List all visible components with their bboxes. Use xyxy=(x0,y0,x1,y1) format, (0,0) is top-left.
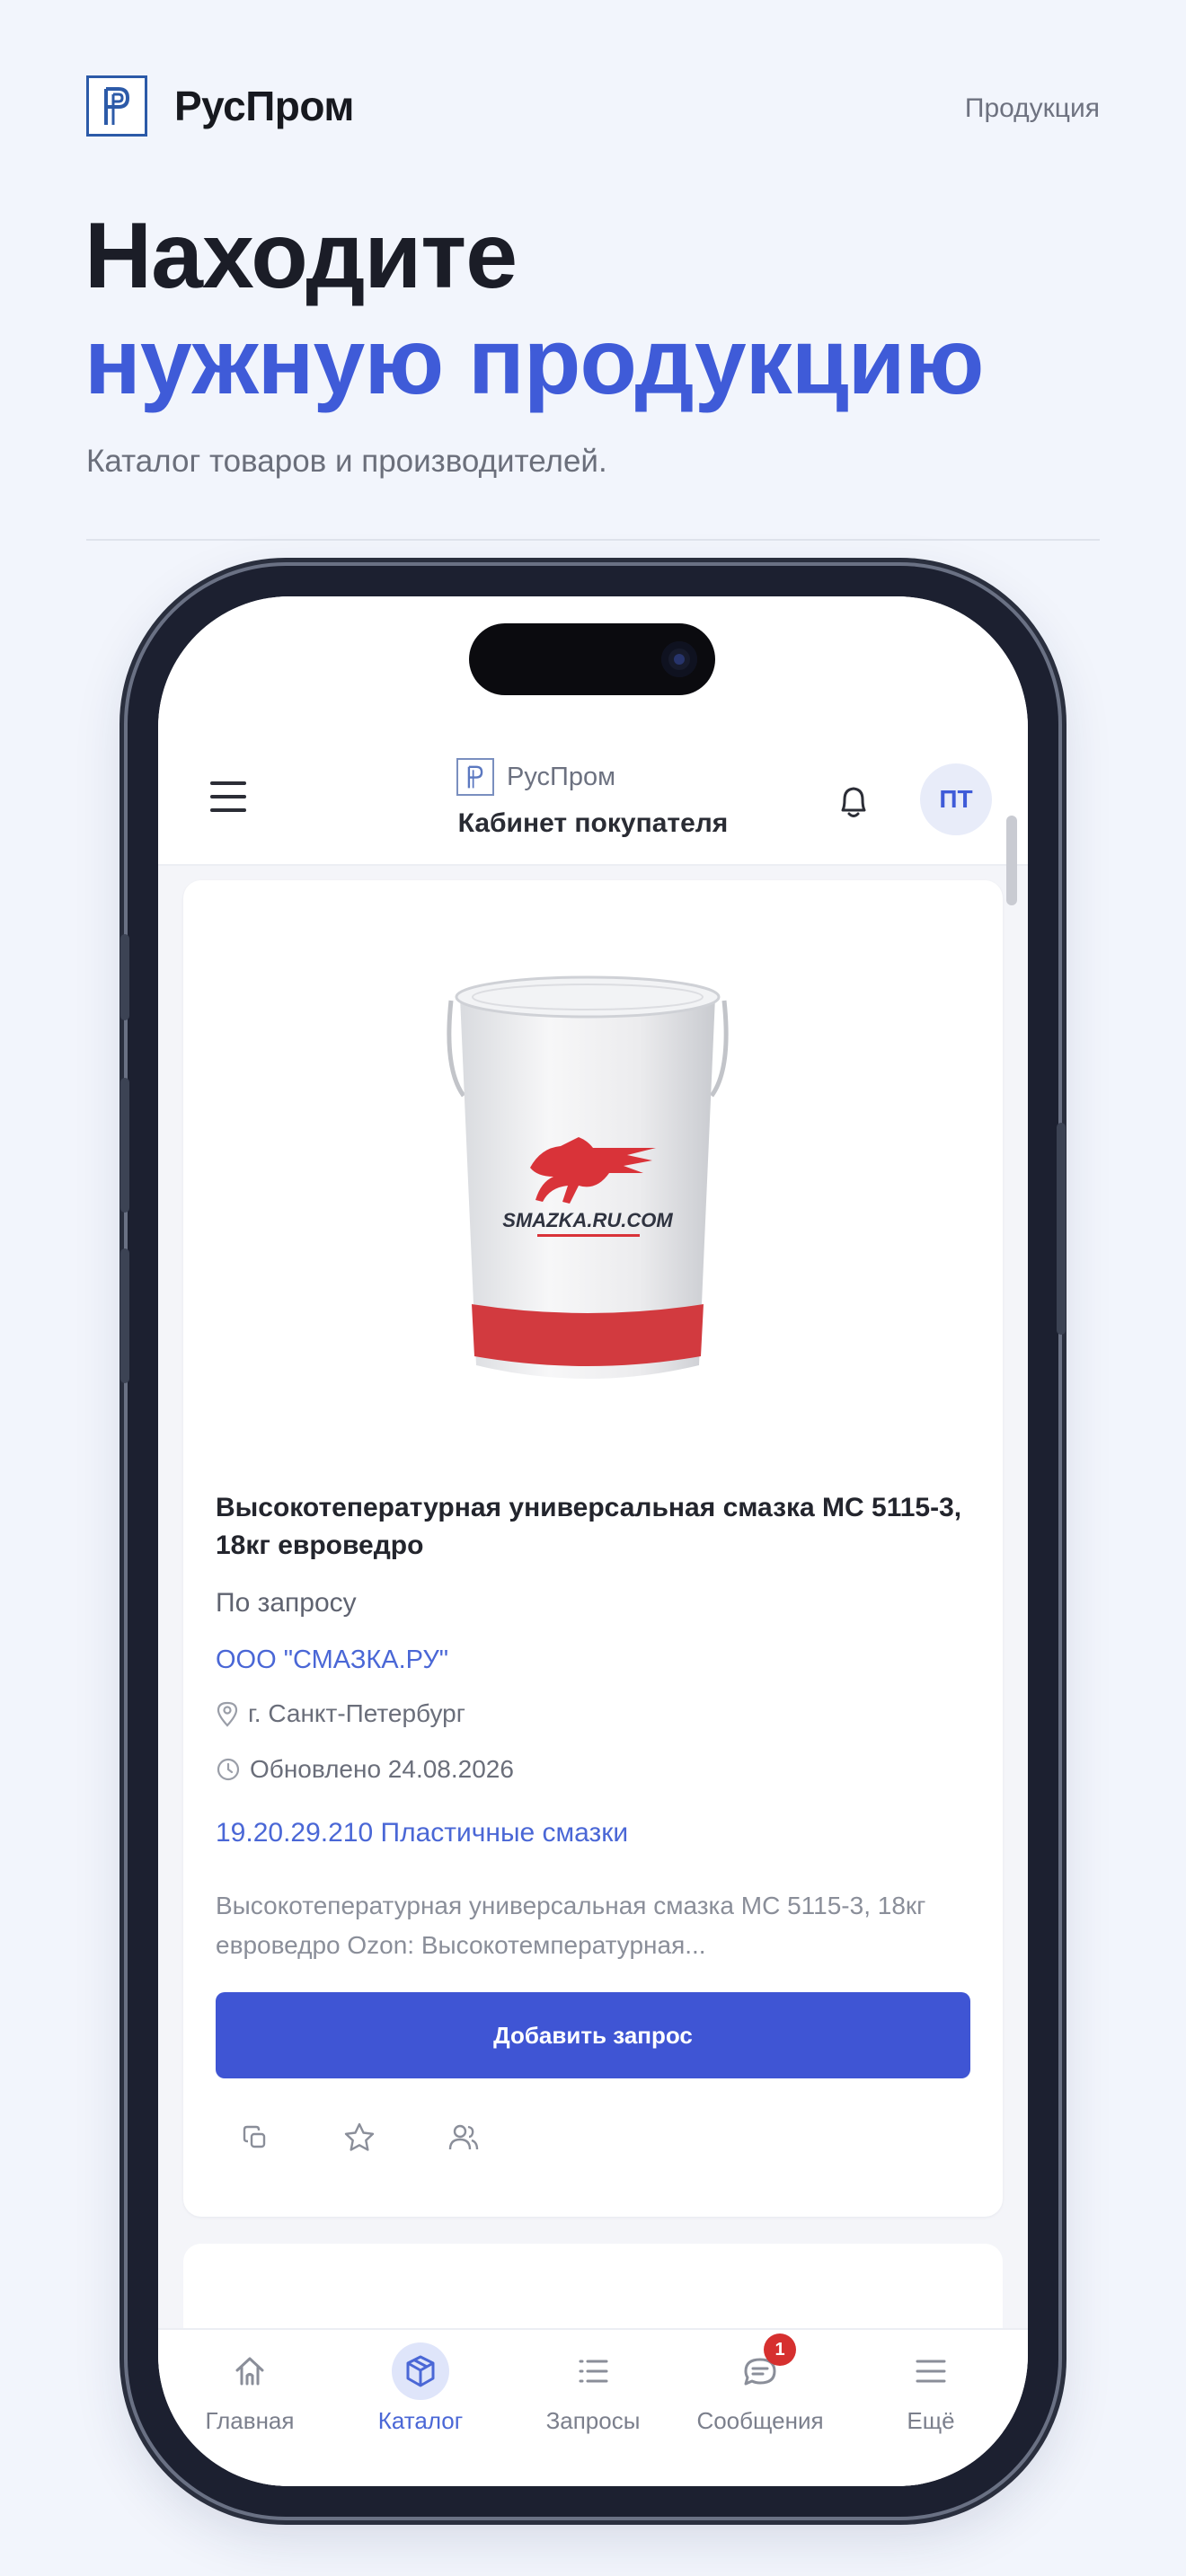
product-card[interactable]: SMAZKA.RU.COM Высокотепературная универс… xyxy=(183,880,1003,2217)
notification-bell-icon[interactable] xyxy=(836,781,872,821)
app-title: Кабинет покупателя xyxy=(457,808,729,838)
nav-requests[interactable]: Запросы xyxy=(512,2342,674,2435)
avatar[interactable]: ПТ xyxy=(920,763,992,835)
phone-screen: РусПром Кабинет покупателя ПТ SMAZKA.RU.… xyxy=(158,596,1028,2486)
category-link[interactable]: 19.20.29.210 Пластичные смазки xyxy=(216,1818,628,1848)
hero-title-line2: нужную продукцию xyxy=(84,310,984,414)
brand-logo-icon xyxy=(86,75,147,137)
add-request-button[interactable]: Добавить запрос xyxy=(216,1992,970,2078)
box-icon xyxy=(392,2342,449,2400)
phone-volume-down-button xyxy=(120,1248,129,1383)
copy-icon[interactable] xyxy=(237,2120,273,2156)
product-price: По запросу xyxy=(216,1588,357,1618)
dynamic-island xyxy=(469,623,715,695)
product-description: Высокотепературная универсальная смазка … xyxy=(216,1892,926,1959)
app-logo-icon xyxy=(456,758,494,796)
phone-volume-up-button xyxy=(120,1078,129,1213)
phone-action-button xyxy=(120,934,129,1020)
nav-home-label: Главная xyxy=(205,2407,295,2434)
favorite-star-icon[interactable] xyxy=(341,2120,377,2156)
phone-power-button xyxy=(1057,1123,1066,1335)
list-icon xyxy=(564,2342,622,2400)
nav-more[interactable]: Ещё xyxy=(850,2342,1012,2435)
clock-icon xyxy=(217,1758,240,1781)
hero-subtitle: Каталог товаров и производителей. xyxy=(86,444,607,479)
updated-text: Обновлено 24.08.2026 xyxy=(250,1755,514,1783)
supplier-link[interactable]: ООО "СМАЗКА.РУ" xyxy=(216,1645,448,1675)
messages-badge: 1 xyxy=(764,2333,796,2366)
product-image[interactable]: SMAZKA.RU.COM xyxy=(444,961,731,1401)
home-icon xyxy=(221,2342,279,2400)
menu-icon xyxy=(902,2342,960,2400)
divider xyxy=(86,539,1100,541)
bottom-navigation: Главная Каталог Запросы 1 Сообщения Ещё xyxy=(158,2328,1028,2486)
scrollbar[interactable] xyxy=(1006,816,1017,905)
svg-text:SMAZKA.RU.COM: SMAZKA.RU.COM xyxy=(502,1209,673,1231)
app-logo[interactable]: РусПром xyxy=(456,758,615,796)
location-pin-icon xyxy=(217,1701,238,1727)
nav-messages-label: Сообщения xyxy=(696,2407,824,2434)
suppliers-users-icon[interactable] xyxy=(446,2120,482,2156)
camera-icon xyxy=(661,641,697,677)
hero-title-line1: Находите xyxy=(84,204,518,308)
location-text: г. Санкт-Петербург xyxy=(248,1699,465,1727)
nav-requests-label: Запросы xyxy=(545,2407,641,2434)
updated-row: Обновлено 24.08.2026 xyxy=(216,1755,514,1784)
nav-catalog[interactable]: Каталог xyxy=(340,2342,501,2435)
chat-icon: 1 xyxy=(731,2333,796,2400)
location-row: г. Санкт-Петербург xyxy=(216,1699,465,1728)
nav-messages[interactable]: 1 Сообщения xyxy=(679,2333,841,2435)
brand[interactable]: РусПром xyxy=(86,75,354,137)
products-link[interactable]: Продукция xyxy=(965,93,1100,124)
brand-name: РусПром xyxy=(174,83,354,129)
nav-home[interactable]: Главная xyxy=(169,2342,331,2435)
nav-more-label: Ещё xyxy=(907,2407,955,2434)
product-title[interactable]: Высокотепературная универсальная смазка … xyxy=(216,1489,970,1565)
nav-catalog-label: Каталог xyxy=(377,2407,464,2434)
app-logo-text: РусПром xyxy=(507,762,616,791)
